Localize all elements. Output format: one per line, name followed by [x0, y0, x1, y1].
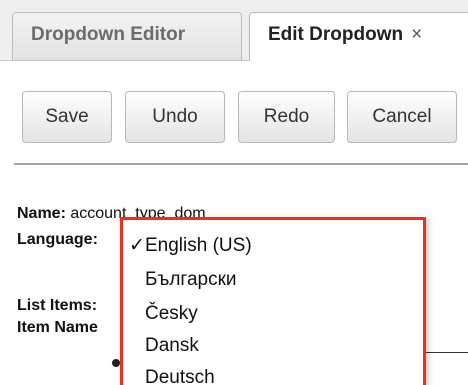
option-label: Dansk: [145, 335, 199, 356]
list-bullet-icon: [112, 359, 120, 367]
option-label: Deutsch: [145, 367, 215, 385]
tab-label: Dropdown Editor: [31, 24, 186, 45]
section-divider: [14, 163, 468, 165]
tab-bar: Dropdown Editor Edit Dropdown ×: [0, 0, 468, 61]
name-label: Name:: [17, 205, 66, 222]
list-items-label: List Items:: [17, 297, 98, 314]
checkmark-icon: ✓: [129, 235, 145, 256]
undo-button[interactable]: Undo: [125, 91, 225, 143]
redo-button[interactable]: Redo: [238, 91, 335, 143]
language-option-bulgarian[interactable]: Български: [123, 265, 423, 295]
language-option-danish[interactable]: Dansk: [123, 331, 423, 361]
language-option-czech[interactable]: Česky: [123, 299, 423, 329]
close-icon[interactable]: ×: [411, 24, 422, 45]
language-option-german[interactable]: Deutsch: [123, 363, 423, 385]
language-label: Language:: [17, 231, 98, 248]
tab-label: Edit Dropdown: [268, 24, 404, 45]
language-row: Language:: [17, 231, 98, 249]
language-dropdown-menu[interactable]: ✓ English (US) Български Česky Dansk Deu…: [120, 217, 426, 385]
option-label: English (US): [145, 235, 252, 256]
tab-edit-dropdown[interactable]: Edit Dropdown ×: [249, 12, 468, 61]
item-name-label: Item Name: [17, 319, 98, 336]
cancel-button[interactable]: Cancel: [347, 91, 457, 143]
option-label: Български: [145, 269, 237, 290]
option-label: Česky: [145, 303, 198, 324]
toolbar: Save Undo Redo Cancel: [0, 60, 468, 170]
save-button[interactable]: Save: [22, 91, 112, 143]
tab-dropdown-editor[interactable]: Dropdown Editor: [12, 12, 242, 60]
language-option-english-us[interactable]: ✓ English (US): [123, 231, 423, 261]
